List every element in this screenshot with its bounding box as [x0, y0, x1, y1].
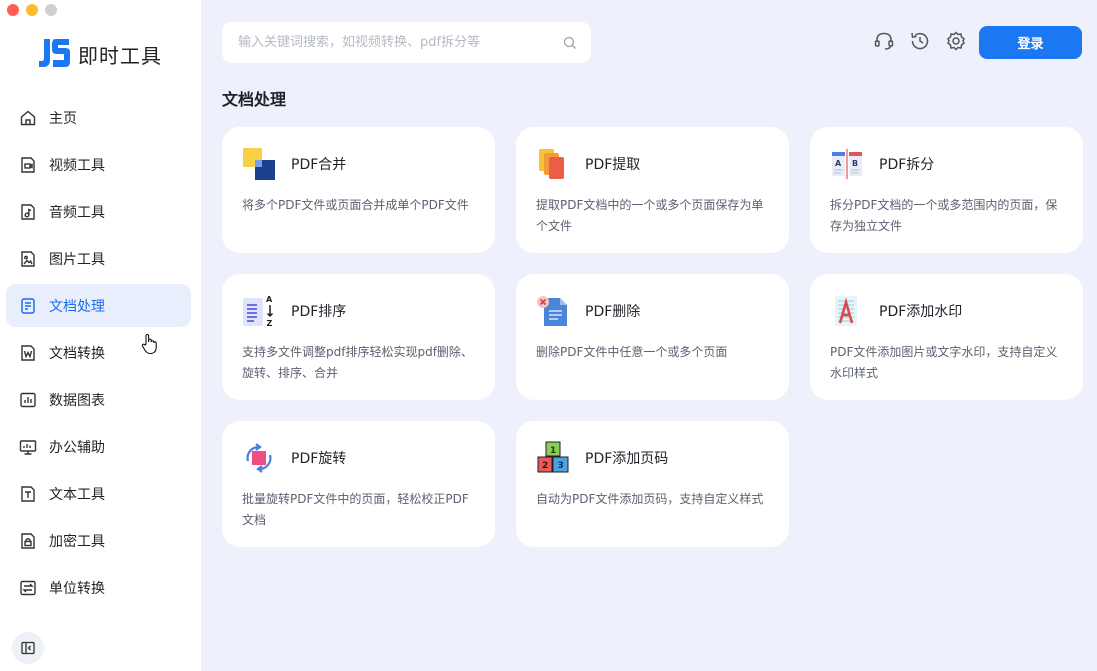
pdf-split-icon: A B [832, 149, 862, 179]
sidebar-item-document-processing[interactable]: 文档处理 [6, 284, 191, 327]
sidebar-item-label: 图片工具 [49, 251, 105, 268]
svg-text:Z: Z [267, 319, 273, 328]
pdf-extract-icon [539, 149, 564, 179]
audio-file-icon [19, 203, 37, 221]
card-title: PDF提取 [585, 157, 641, 173]
text-file-icon [19, 485, 37, 503]
sidebar-item-label: 办公辅助 [49, 439, 105, 456]
gear-icon[interactable] [945, 30, 967, 52]
card-description: 支持多文件调整pdf排序轻松实现pdf删除、旋转、排序、合并 [242, 345, 473, 380]
sidebar-item-audio-tools[interactable]: 音频工具 [6, 190, 191, 233]
sidebar-item-text-tools[interactable]: 文本工具 [6, 472, 191, 515]
sidebar-item-image-tools[interactable]: 图片工具 [6, 237, 191, 280]
video-file-icon [19, 156, 37, 174]
svg-text:A: A [266, 295, 273, 304]
search-input[interactable] [238, 35, 563, 50]
card-description: PDF文件添加图片或文字水印，支持自定义水印样式 [830, 345, 1058, 380]
lock-file-icon [19, 532, 37, 550]
sidebar-item-label: 文本工具 [49, 486, 105, 503]
hand-cursor-icon [141, 333, 157, 355]
image-file-icon [19, 250, 37, 268]
sidebar-item-encryption-tools[interactable]: 加密工具 [6, 519, 191, 562]
main-content: 登录 文档处理 PDF合并 将多个PDF文件或页面合并成单个PDF文件 [201, 0, 1097, 671]
sidebar-item-office-assist[interactable]: 办公辅助 [6, 425, 191, 468]
sidebar-item-home[interactable]: 主页 [6, 96, 191, 139]
card-title: PDF旋转 [291, 451, 347, 467]
sidebar-nav: 主页 视频工具 音频工具 图片工具 文档处理 文档转换 数据图表 办公辅助 文本… [6, 96, 191, 613]
document-icon [19, 297, 37, 315]
card-title: PDF排序 [291, 304, 347, 320]
card-title: PDF添加水印 [879, 304, 963, 320]
sidebar-item-label: 数据图表 [49, 392, 105, 409]
minimize-window-button[interactable] [26, 4, 38, 16]
card-title: PDF添加页码 [585, 451, 669, 467]
monitor-icon [19, 438, 37, 456]
card-pdf-extract[interactable]: PDF提取 提取PDF文档中的一个或多个页面保存为单个文件 [516, 127, 789, 253]
sidebar-item-label: 加密工具 [49, 533, 105, 550]
sidebar-item-unit-conversion[interactable]: 单位转换 [6, 566, 191, 609]
card-pdf-sort[interactable]: A Z PDF排序 支持多文件调整pdf排序轻松实现pdf删除、旋转、排序、合并 [222, 274, 495, 400]
svg-text:2: 2 [542, 461, 548, 471]
card-pdf-split[interactable]: A B PDF拆分 拆分PDF文档的一个或多范围内的页面，保存为独立文件 [810, 127, 1083, 253]
card-title: PDF合并 [291, 157, 347, 173]
word-file-icon [19, 344, 37, 362]
card-pdf-merge[interactable]: PDF合并 将多个PDF文件或页面合并成单个PDF文件 [222, 127, 495, 253]
card-description: 批量旋转PDF文件中的页面，轻松校正PDF文档 [242, 492, 469, 527]
brand: 即时工具 [36, 36, 162, 72]
window-controls [7, 4, 57, 16]
collapse-sidebar-button[interactable] [12, 632, 44, 664]
close-window-button[interactable] [7, 4, 19, 16]
sidebar-item-label: 音频工具 [49, 204, 105, 221]
sidebar-item-video-tools[interactable]: 视频工具 [6, 143, 191, 186]
search-icon[interactable] [563, 36, 577, 50]
sidebar: 即时工具 主页 视频工具 音频工具 图片工具 文档处理 文档转换 数据图表 办公… [0, 0, 201, 671]
sidebar-item-label: 单位转换 [49, 580, 105, 597]
svg-text:1: 1 [550, 446, 556, 456]
brand-name: 即时工具 [78, 43, 162, 68]
pdf-watermark-icon [835, 296, 857, 326]
section-title: 文档处理 [222, 90, 287, 109]
card-pdf-delete[interactable]: PDF删除 删除PDF文件中任意一个或多个页面 [516, 274, 789, 400]
sidebar-item-label: 文档转换 [49, 345, 105, 362]
card-title: PDF删除 [585, 304, 641, 320]
pdf-merge-icon [243, 148, 275, 180]
svg-text:A: A [835, 159, 842, 168]
home-icon [19, 109, 37, 127]
search-bar[interactable] [222, 22, 591, 63]
pdf-sort-icon: A Z [243, 295, 274, 328]
sidebar-item-label: 视频工具 [49, 157, 105, 174]
card-pdf-watermark[interactable]: PDF添加水印 PDF文件添加图片或文字水印，支持自定义水印样式 [810, 274, 1083, 400]
card-pdf-rotate[interactable]: PDF旋转 批量旋转PDF文件中的页面，轻松校正PDF文档 [222, 421, 495, 547]
sidebar-item-label: 文档处理 [49, 298, 105, 315]
sidebar-item-data-charts[interactable]: 数据图表 [6, 378, 191, 421]
headset-icon[interactable] [873, 30, 895, 52]
login-button[interactable]: 登录 [979, 26, 1082, 59]
header-icons [873, 30, 967, 52]
chart-icon [19, 391, 37, 409]
svg-text:B: B [852, 159, 858, 168]
pdf-page-numbers-icon: 1 2 3 [537, 441, 569, 473]
zoom-window-button[interactable] [45, 4, 57, 16]
card-description: 删除PDF文件中任意一个或多个页面 [536, 345, 728, 359]
app-window: 即时工具 主页 视频工具 音频工具 图片工具 文档处理 文档转换 数据图表 办公… [0, 0, 1097, 671]
app-logo-icon [39, 39, 70, 67]
svg-text:3: 3 [558, 461, 564, 471]
card-description: 拆分PDF文档的一个或多范围内的页面，保存为独立文件 [830, 198, 1058, 233]
pdf-rotate-icon [246, 443, 272, 473]
sidebar-toggle-icon [21, 641, 35, 655]
card-pdf-page-numbers[interactable]: 1 2 3 PDF添加页码 自动为PDF文件添加页码，支持自定义样式 [516, 421, 789, 547]
card-description: 自动为PDF文件添加页码，支持自定义样式 [536, 492, 764, 506]
pdf-delete-icon [537, 296, 567, 326]
card-title: PDF拆分 [879, 157, 935, 173]
sidebar-item-document-conversion[interactable]: 文档转换 [6, 331, 191, 374]
card-description: 将多个PDF文件或页面合并成单个PDF文件 [242, 198, 469, 212]
convert-icon [19, 579, 37, 597]
card-description: 提取PDF文档中的一个或多个页面保存为单个文件 [536, 198, 764, 233]
sidebar-item-label: 主页 [49, 110, 77, 127]
history-icon[interactable] [909, 30, 931, 52]
